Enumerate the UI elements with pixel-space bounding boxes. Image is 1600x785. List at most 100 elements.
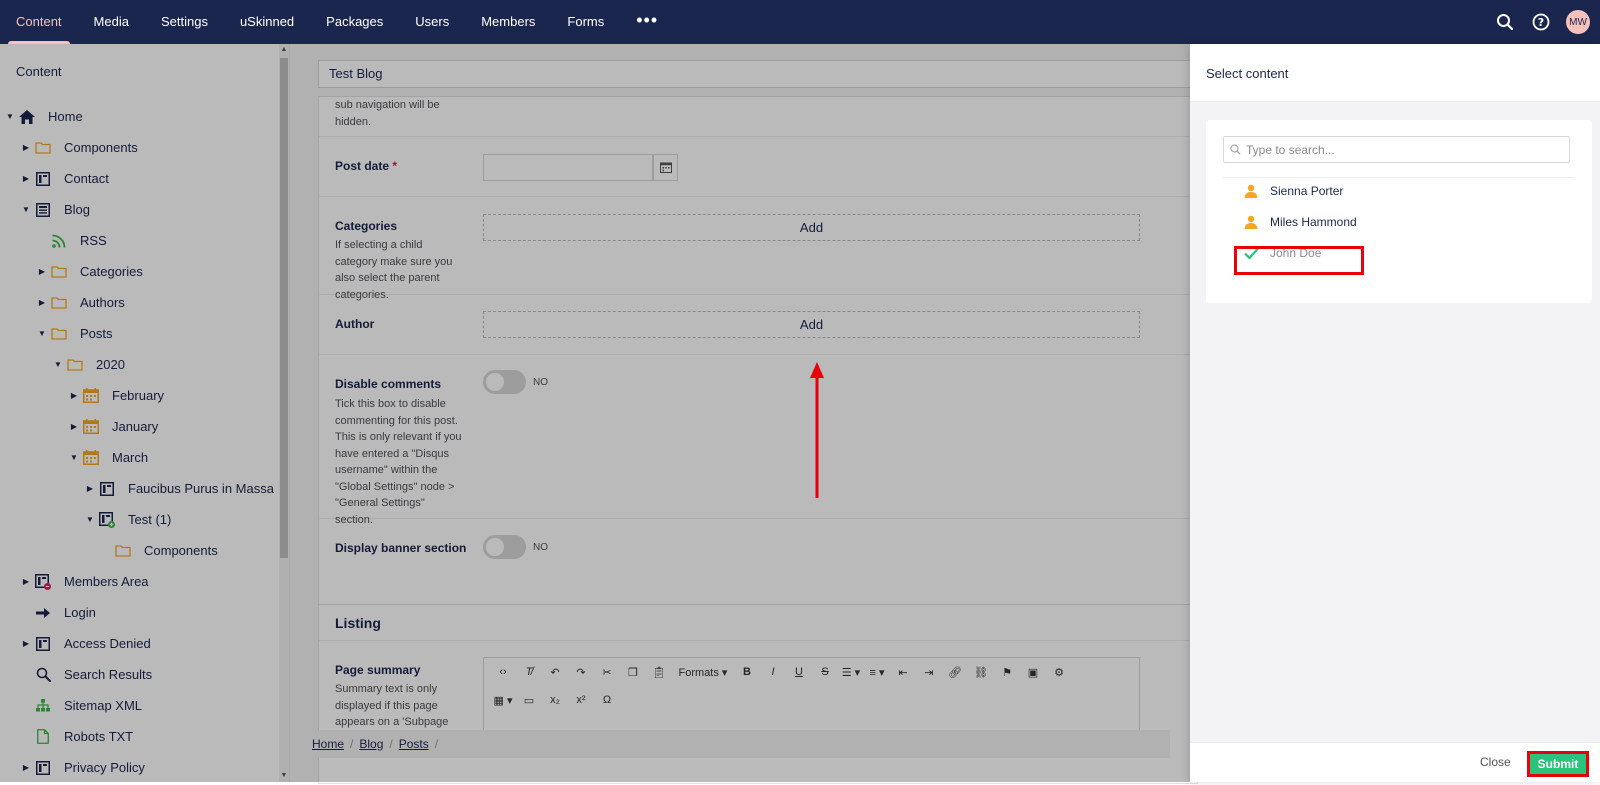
scroll-up-icon[interactable]: ▲ [279,44,289,56]
nav-content[interactable]: Content [0,0,78,44]
breadcrumb-blog[interactable]: Blog [359,737,383,751]
copy-icon[interactable]: ❐ [620,666,646,679]
caret-down-icon[interactable]: ▼ [70,453,78,462]
post-date-input[interactable] [483,154,653,181]
search-icon[interactable] [1494,11,1516,33]
close-button[interactable]: Close [1480,755,1511,769]
search-icon [1224,144,1246,155]
caret-right-icon[interactable]: ▶ [22,639,30,648]
tree-label: Components [64,140,138,155]
calendar-picker-button[interactable] [653,154,678,181]
nav-packages[interactable]: Packages [310,0,399,44]
nav-users[interactable]: Users [399,0,465,44]
table-icon[interactable]: ▦ ▾ [490,694,516,707]
caret-right-icon[interactable]: ▶ [70,422,78,431]
document-name-input[interactable]: Test Blog [318,60,1198,88]
source-code-icon[interactable]: ‹› [490,666,516,678]
tree-item-march[interactable]: ▼ March [0,442,284,473]
nav-settings[interactable]: Settings [145,0,224,44]
help-icon[interactable]: ? [1530,11,1552,33]
tree-item-robots-txt[interactable]: ▶ Robots TXT [0,721,284,752]
link-icon[interactable]: 🔗︎ [942,666,968,679]
tree-item-components[interactable]: ▶ Components [0,132,284,163]
add-author-button[interactable]: Add [483,311,1140,338]
scroll-down-icon[interactable]: ▼ [279,770,289,782]
tree-item-test-components[interactable]: ▶ Components [0,535,284,566]
caret-down-icon[interactable]: ▼ [38,329,46,338]
breadcrumb-posts[interactable]: Posts [399,737,429,751]
breadcrumb-home[interactable]: Home [312,737,344,751]
bold-icon[interactable]: B [734,666,760,678]
content-item-john-doe[interactable]: John Doe [1242,240,1321,266]
caret-down-icon[interactable]: ▼ [22,205,30,214]
image-icon[interactable]: ▣ [1020,666,1046,679]
tree-item-contact[interactable]: ▶ Contact [0,163,284,194]
nav-forms[interactable]: Forms [551,0,620,44]
unlink-icon[interactable]: ⛓ [968,666,994,679]
tree-item-rss[interactable]: ▶ RSS [0,225,284,256]
special-character-icon[interactable]: Ω [594,694,620,706]
tree-item-members-area[interactable]: ▶ Members Area [0,566,284,597]
scrollbar-thumb[interactable] [280,58,288,558]
caret-right-icon[interactable]: ▶ [86,484,94,493]
caret-right-icon[interactable]: ▶ [22,577,30,586]
underline-icon[interactable]: U [786,666,812,678]
user-avatar[interactable]: MW [1566,10,1590,34]
formats-dropdown[interactable]: Formats ▾ [672,666,734,679]
strikethrough-icon[interactable]: S [812,666,838,678]
tree-item-february[interactable]: ▶ February [0,380,284,411]
tree-scrollbar[interactable]: ▲ ▼ [279,44,289,782]
tree-item-blog[interactable]: ▼ Blog [0,194,284,225]
bullet-list-icon[interactable]: ☰ ▾ [838,666,864,679]
caret-right-icon[interactable]: ▶ [22,174,30,183]
subscript-icon[interactable]: x₂ [542,694,568,706]
tree-item-categories[interactable]: ▶ Categories [0,256,284,287]
tree-item-faucibus-purus[interactable]: ▶ Faucibus Purus in Massa [0,473,284,504]
tree-item-authors[interactable]: ▶ Authors [0,287,284,318]
anchor-icon[interactable]: ⚑ [994,666,1020,679]
indent-icon[interactable]: ⇥ [916,666,942,679]
cut-icon[interactable]: ✂ [594,666,620,679]
search-input[interactable] [1246,137,1569,162]
italic-icon[interactable]: I [760,666,786,678]
caret-down-icon[interactable]: ▼ [54,360,62,369]
add-category-button[interactable]: Add [483,214,1140,241]
nav-media[interactable]: Media [78,0,145,44]
content-item-miles-hammond[interactable]: Miles Hammond [1242,209,1357,235]
tree-item-search-results[interactable]: ▶ Search Results [0,659,284,690]
display-banner-state: NO [533,542,548,553]
caret-down-icon[interactable]: ▼ [86,515,94,524]
redo-icon[interactable]: ↷ [568,666,594,679]
display-banner-toggle[interactable] [483,535,526,559]
tree-item-privacy-policy[interactable]: ▶ Privacy Policy [0,752,284,782]
caret-down-icon[interactable]: ▼ [6,112,14,121]
caret-right-icon[interactable]: ▶ [38,298,46,307]
disable-comments-toggle[interactable] [483,370,526,394]
caret-right-icon[interactable]: ▶ [22,143,30,152]
more-sections-button[interactable]: ••• [620,0,674,44]
tree-item-2020[interactable]: ▼ 2020 [0,349,284,380]
nav-uskinned[interactable]: uSkinned [224,0,310,44]
outdent-icon[interactable]: ⇤ [890,666,916,679]
tree-item-home[interactable]: ▼ Home [0,101,284,132]
tree-item-access-denied[interactable]: ▶ Access Denied [0,628,284,659]
tree-item-sitemap-xml[interactable]: ▶ Sitemap XML [0,690,284,721]
undo-icon[interactable]: ↶ [542,666,568,679]
nav-members[interactable]: Members [465,0,551,44]
macro-icon[interactable]: ⚙ [1046,666,1072,679]
caret-right-icon[interactable]: ▶ [22,763,30,772]
tree-item-posts[interactable]: ▼ Posts [0,318,284,349]
tree-item-january[interactable]: ▶ January [0,411,284,442]
caret-right-icon[interactable]: ▶ [38,267,46,276]
superscript-icon[interactable]: x² [568,694,594,706]
clear-format-icon[interactable]: T̸ [516,666,542,678]
content-item-sienna-porter[interactable]: Sienna Porter [1242,178,1343,204]
numbered-list-icon[interactable]: ≡ ▾ [864,666,890,679]
tree-item-login[interactable]: ▶ Login [0,597,284,628]
paste-icon[interactable]: 📋︎ [646,666,672,679]
embed-icon[interactable]: ▭ [516,694,542,707]
tree-item-test[interactable]: ▼ Test (1) [0,504,284,535]
caret-right-icon[interactable]: ▶ [70,391,78,400]
page-icon [98,480,116,498]
submit-button[interactable]: Submit [1527,751,1589,777]
